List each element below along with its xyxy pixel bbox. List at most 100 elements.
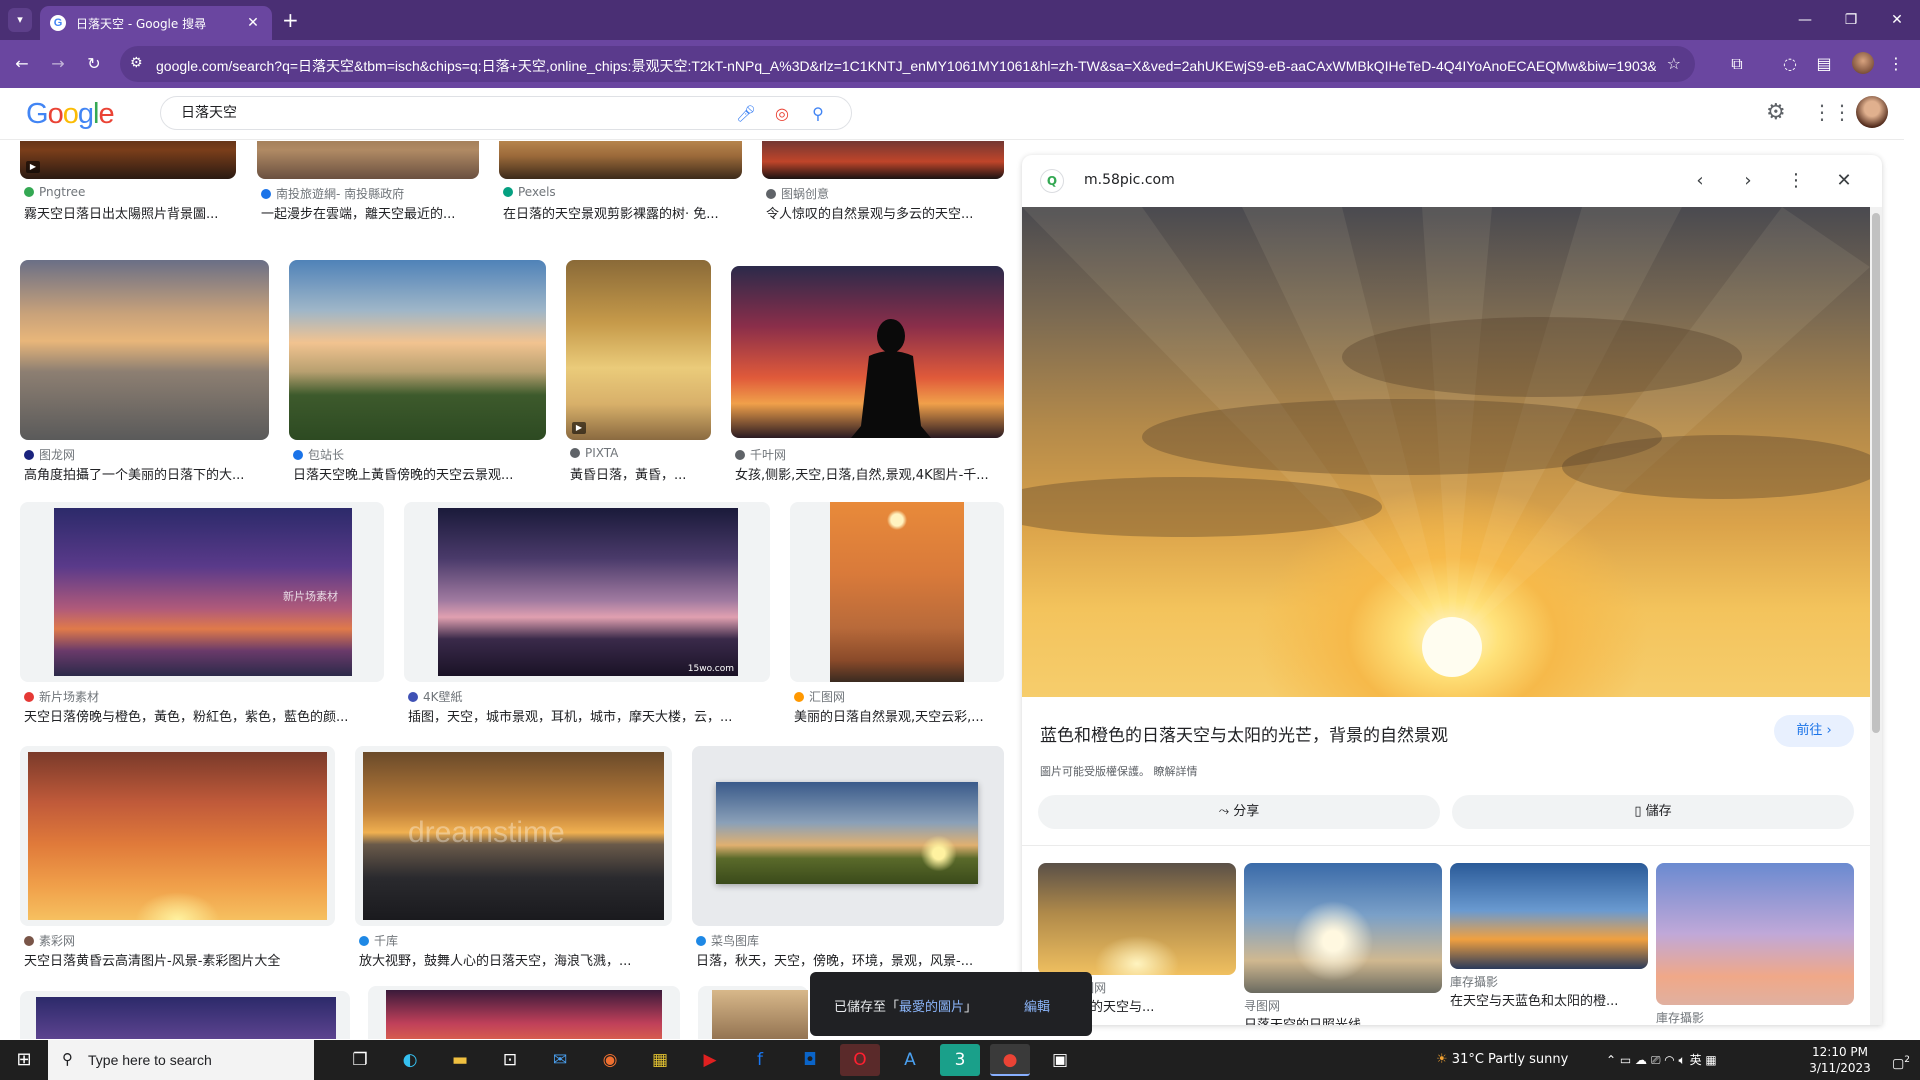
bookmark-icon: ▯: [1634, 804, 1646, 819]
google-logo[interactable]: Google: [26, 98, 115, 131]
result-source: Pngtree: [39, 185, 86, 199]
app-icon[interactable]: 3: [940, 1044, 980, 1076]
search-icon[interactable]: ⚲: [807, 103, 829, 125]
clock[interactable]: 12:10 PM 3/11/2023: [1796, 1044, 1884, 1076]
search-box[interactable]: 🎤︎ ◎ ⚲: [160, 96, 852, 130]
image-result[interactable]: 千叶网 女孩,侧影,天空,日落,自然,景观,4K图片-千...: [731, 260, 1004, 483]
result-source: 包站长: [308, 448, 345, 462]
image-result[interactable]: 新片场素材 新片场素材 天空日落傍晚与橙色，黃色，粉紅色，紫色，藍色的颜...: [20, 502, 384, 730]
restore-button[interactable]: ❐: [1828, 0, 1874, 40]
browser-tab-active[interactable]: G 日落天空 - Google 搜尋 ✕: [40, 6, 272, 40]
store-icon[interactable]: ⊡: [490, 1044, 530, 1076]
voice-search-icon[interactable]: 🎤︎: [735, 103, 757, 125]
window-close-button[interactable]: ✕: [1874, 0, 1920, 40]
profile-avatar[interactable]: [1852, 52, 1874, 74]
result-source: PIXTA: [585, 446, 619, 460]
extensions-icon[interactable]: ⧉: [1725, 52, 1749, 76]
tab-title: 日落天空 - Google 搜尋: [76, 16, 207, 31]
result-caption: 天空日落黄昏云高清图片-风景-素彩图片大全: [24, 954, 281, 969]
outlook-icon[interactable]: ◘: [790, 1044, 830, 1076]
favorites-link[interactable]: 最愛的圖片: [899, 1000, 964, 1015]
previous-icon[interactable]: ‹: [1688, 169, 1712, 193]
source-domain[interactable]: m.58pic.com: [1084, 172, 1175, 188]
image-result[interactable]: 图蜗创意 令人惊叹的自然景观与多云的天空...: [762, 141, 1004, 222]
preview-header: Q m.58pic.com ‹ › ⋮ ✕: [1022, 155, 1882, 207]
more-options-icon[interactable]: ⋮: [1784, 169, 1808, 193]
tab-close-icon[interactable]: ✕: [244, 15, 262, 31]
tab-search-button[interactable]: ▾: [8, 8, 32, 32]
site-info-icon[interactable]: ⚙: [130, 55, 143, 71]
image-result[interactable]: [368, 986, 680, 1039]
result-caption: 在日落的天空景观剪影裸露的树· 免...: [503, 207, 719, 222]
file-explorer-icon[interactable]: ▬: [440, 1044, 480, 1076]
notification-icon[interactable]: ▢2: [1886, 1040, 1916, 1080]
close-icon[interactable]: ✕: [1832, 169, 1856, 193]
image-result[interactable]: [20, 991, 350, 1039]
bookmark-star-icon[interactable]: ☆: [1667, 54, 1681, 73]
minimize-button[interactable]: —: [1782, 0, 1828, 40]
image-result[interactable]: Pexels 在日落的天空景观剪影裸露的树· 免...: [499, 141, 742, 222]
result-caption: 霧天空日落日出太陽照片背景圖...: [24, 207, 219, 222]
image-result[interactable]: 南投旅遊網- 南投縣政府 一起漫步在雲端，離天空最近的...: [257, 141, 479, 222]
mail-icon[interactable]: ✉: [540, 1044, 580, 1076]
youtube-icon[interactable]: ▶: [690, 1044, 730, 1076]
chrome-icon[interactable]: ●: [990, 1044, 1030, 1076]
result-caption: 一起漫步在雲端，離天空最近的...: [261, 207, 456, 222]
weather-widget[interactable]: ☀ 31°C Partly sunny: [1436, 1040, 1606, 1080]
side-panel-icon[interactable]: ▤: [1812, 52, 1836, 76]
preview-image[interactable]: ⌾: [1022, 207, 1870, 697]
opera-icon[interactable]: O: [840, 1044, 880, 1076]
image-result[interactable]: 15wo.com 4K壁紙 插图，天空，城市景观，耳机，城市，摩天大楼，云，..…: [404, 502, 770, 730]
search-input[interactable]: [181, 104, 701, 120]
image-result[interactable]: 汇图网 美丽的日落自然景观,天空云彩,...: [790, 502, 1004, 730]
account-avatar[interactable]: [1856, 96, 1888, 128]
save-button[interactable]: ▯ 儲存: [1452, 795, 1854, 829]
visit-button[interactable]: 前往 ›: [1774, 715, 1854, 747]
edit-button[interactable]: 編輯: [1024, 996, 1050, 1015]
input-language[interactable]: 英: [1690, 1053, 1702, 1067]
related-image[interactable]: 庫存攝影 在天空与天蓝色和太阳的橙...: [1450, 863, 1648, 1009]
image-result[interactable]: 包站长 日落天空晚上黃昏傍晚的天空云景观...: [289, 260, 546, 483]
new-tab-button[interactable]: +: [282, 8, 299, 32]
image-result[interactable]: ▶ PIXTA 黃昏日落，黃昏，...: [566, 260, 711, 483]
address-bar[interactable]: ⚙ google.com/search?q=日落天空&tbm=isch&chip…: [120, 46, 1695, 82]
sun-rays: [1022, 207, 1870, 677]
back-icon[interactable]: ←: [10, 52, 34, 76]
result-source: Pexels: [518, 185, 556, 199]
share-button[interactable]: ⤳ 分享: [1038, 795, 1440, 829]
task-view-icon[interactable]: ❐: [340, 1044, 380, 1076]
app-store-icon[interactable]: A: [890, 1044, 930, 1076]
result-source: 图蜗创意: [781, 187, 830, 201]
forward-icon[interactable]: →: [46, 52, 70, 76]
next-icon[interactable]: ›: [1736, 169, 1760, 193]
settings-gear-icon[interactable]: ⚙: [1766, 100, 1786, 125]
image-result[interactable]: ▶ Pngtree 霧天空日落日出太陽照片背景圖...: [20, 141, 236, 222]
related-image[interactable]: 寻图网 日落天空的日照光线...: [1244, 863, 1442, 1025]
facebook-icon[interactable]: f: [740, 1044, 780, 1076]
sync-icon[interactable]: ◌: [1778, 52, 1802, 76]
lens-search-icon[interactable]: ◎: [771, 103, 793, 125]
app-icon[interactable]: ▦: [640, 1044, 680, 1076]
app-icon[interactable]: ▣: [1040, 1044, 1080, 1076]
share-icon: ⤳: [1218, 804, 1234, 819]
edge-icon[interactable]: ◐: [390, 1044, 430, 1076]
image-result[interactable]: 图龙网 高角度拍攝了一个美丽的日落下的大...: [20, 260, 269, 483]
system-tray-icons[interactable]: ⌃ ▭ ☁ ⎚ ◠ 🔈︎ 英 ▦: [1606, 1040, 1766, 1080]
panel-scrollbar[interactable]: [1870, 207, 1882, 1025]
url-text[interactable]: google.com/search?q=日落天空&tbm=isch&chips=…: [156, 56, 1656, 76]
result-source: 图龙网: [39, 448, 76, 462]
image-result[interactable]: 素彩网 天空日落黄昏云高清图片-风景-素彩图片大全: [20, 746, 335, 974]
related-caption: 日落天空的日照光线...: [1244, 1014, 1442, 1025]
image-result[interactable]: 菜鸟图库 日落，秋天，天空，傍晚，环境，景观，风景-...: [692, 746, 1004, 974]
reload-icon[interactable]: ↻: [82, 52, 106, 76]
related-image[interactable]: 庫存攝影: [1656, 863, 1854, 1025]
saved-toast: 已儲存至「最愛的圖片」 編輯: [810, 972, 1092, 1036]
result-source: 新片场素材: [39, 690, 100, 704]
windows-start-icon[interactable]: ⊞: [0, 1040, 48, 1080]
firefox-icon[interactable]: ◉: [590, 1044, 630, 1076]
image-result[interactable]: [698, 986, 808, 1039]
taskbar-search[interactable]: ⚲ Type here to search: [48, 1040, 314, 1080]
image-result[interactable]: dreamstime 千库 放大视野，鼓舞人心的日落天空，海浪飞溅，...: [355, 746, 672, 974]
preview-title[interactable]: 蓝色和橙色的日落天空与太阳的光芒，背景的自然景观: [1040, 721, 1448, 746]
chrome-menu-icon[interactable]: ⋮: [1884, 52, 1908, 76]
